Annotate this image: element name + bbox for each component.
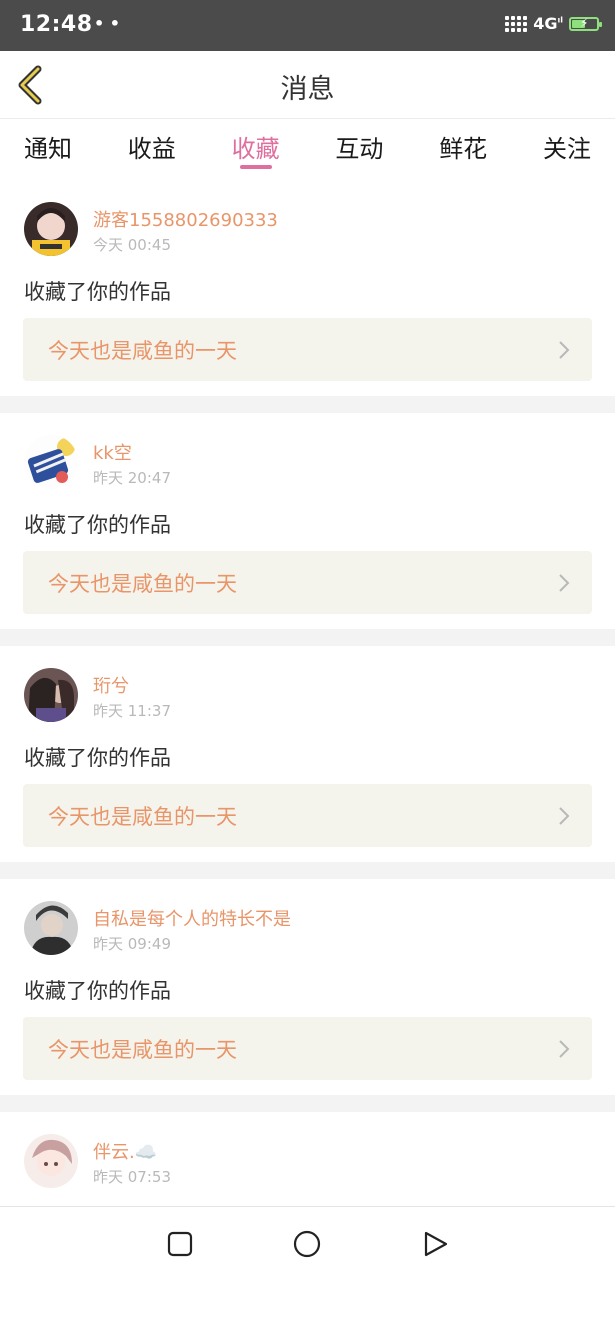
- message-item: 自私是每个人的特长不是 昨天 09:49 收藏了你的作品 今天也是咸鱼的一天: [0, 879, 615, 1095]
- username[interactable]: 游客1558802690333: [93, 206, 278, 232]
- active-tab-indicator: [239, 165, 272, 169]
- work-card[interactable]: 今天也是咸鱼的一天: [23, 551, 592, 614]
- timestamp: 昨天 07:53: [93, 1168, 171, 1186]
- status-time: 12:48: [20, 12, 93, 37]
- top-app-bar: 消息: [0, 51, 615, 119]
- work-card[interactable]: 今天也是咸鱼的一天: [23, 1017, 592, 1080]
- message-list: 游客1558802690333 今天 00:45 收藏了你的作品 今天也是咸鱼的…: [0, 180, 615, 1328]
- notification-dots: • •: [94, 14, 121, 33]
- recents-square-icon[interactable]: [165, 1229, 195, 1259]
- divider: [0, 1095, 615, 1112]
- tab-flowers[interactable]: 鲜花: [439, 119, 487, 177]
- work-title: 今天也是咸鱼的一天: [48, 805, 237, 829]
- divider: [0, 862, 615, 879]
- message-item: 游客1558802690333 今天 00:45 收藏了你的作品 今天也是咸鱼的…: [0, 180, 615, 396]
- work-title: 今天也是咸鱼的一天: [48, 572, 237, 596]
- divider: [0, 629, 615, 646]
- signal-icon: [505, 15, 528, 32]
- chevron-right-icon: [559, 807, 570, 825]
- timestamp: 昨天 20:47: [93, 469, 171, 487]
- action-text: 收藏了你的作品: [24, 979, 171, 1003]
- user-avatar[interactable]: [24, 668, 78, 722]
- user-avatar[interactable]: [24, 901, 78, 955]
- message-item: kk空 昨天 20:47 收藏了你的作品 今天也是咸鱼的一天: [0, 413, 615, 629]
- message-item: 珩兮 昨天 11:37 收藏了你的作品 今天也是咸鱼的一天: [0, 646, 615, 862]
- user-avatar[interactable]: [24, 435, 78, 489]
- username[interactable]: 伴云.☁️: [93, 1138, 157, 1164]
- battery-icon: ⚡: [569, 15, 602, 31]
- user-avatar[interactable]: [24, 1134, 78, 1188]
- tab-earnings[interactable]: 收益: [128, 119, 176, 177]
- chevron-right-icon: [559, 341, 570, 359]
- username[interactable]: 自私是每个人的特长不是: [93, 905, 291, 931]
- username[interactable]: kk空: [93, 439, 132, 465]
- timestamp: 今天 00:45: [93, 236, 171, 254]
- tab-interactions[interactable]: 互动: [335, 119, 383, 177]
- system-nav-bar: [0, 1206, 615, 1281]
- page-title: 消息: [280, 74, 335, 105]
- username[interactable]: 珩兮: [93, 672, 129, 698]
- tab-bar: 通知 收益 收藏 互动 鲜花 关注: [0, 119, 615, 177]
- action-text: 收藏了你的作品: [24, 280, 171, 304]
- network-type: 4Gıl: [533, 14, 563, 33]
- chevron-right-icon: [559, 574, 570, 592]
- action-text: 收藏了你的作品: [24, 513, 171, 537]
- home-circle-icon[interactable]: [292, 1229, 322, 1259]
- back-triangle-icon[interactable]: [420, 1229, 450, 1259]
- work-title: 今天也是咸鱼的一天: [48, 339, 237, 363]
- tab-notifications[interactable]: 通知: [24, 119, 72, 177]
- divider: [0, 396, 615, 413]
- status-right: 4Gıl ⚡: [505, 14, 602, 33]
- tab-follows[interactable]: 关注: [543, 119, 591, 177]
- timestamp: 昨天 11:37: [93, 702, 171, 720]
- work-title: 今天也是咸鱼的一天: [48, 1038, 237, 1062]
- chevron-right-icon: [559, 1040, 570, 1058]
- work-card[interactable]: 今天也是咸鱼的一天: [23, 318, 592, 381]
- timestamp: 昨天 09:49: [93, 935, 171, 953]
- tab-favorites[interactable]: 收藏: [232, 119, 280, 177]
- status-bar: 12:48 • • 4Gıl ⚡: [0, 0, 615, 51]
- charging-bolt-icon: ⚡: [580, 15, 589, 30]
- user-avatar[interactable]: [24, 202, 78, 256]
- work-card[interactable]: 今天也是咸鱼的一天: [23, 784, 592, 847]
- action-text: 收藏了你的作品: [24, 746, 171, 770]
